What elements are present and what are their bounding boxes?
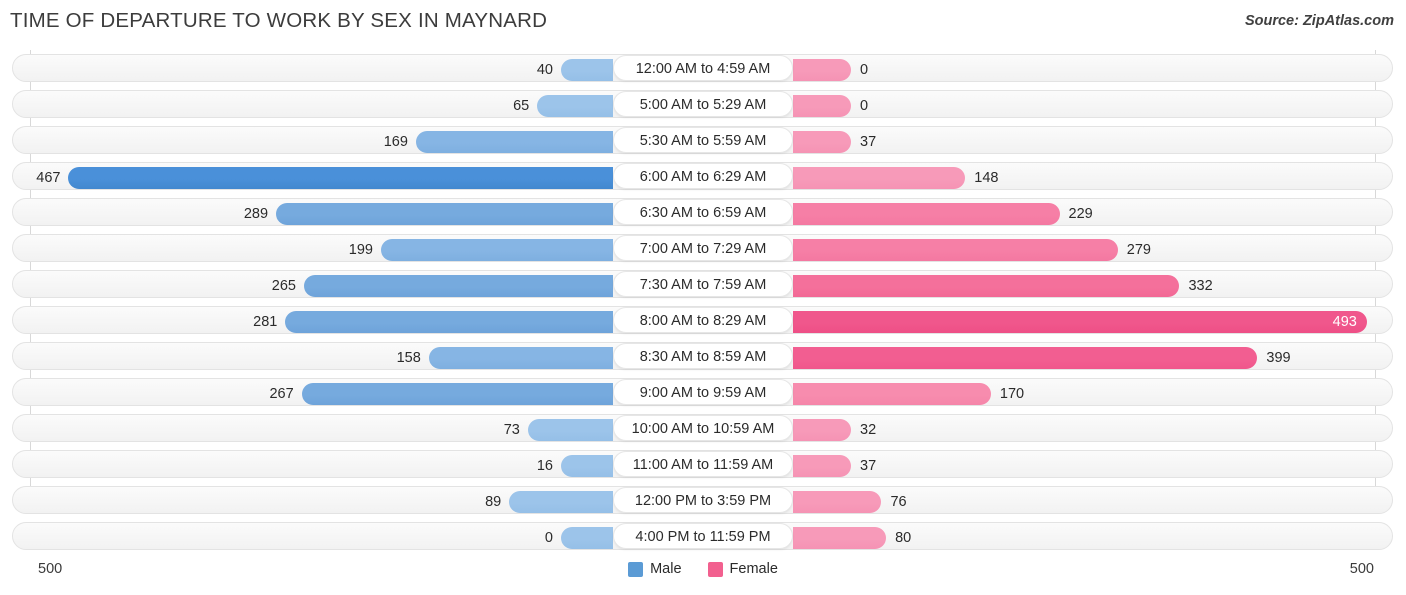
bar-female[interactable] (793, 491, 882, 513)
bar-female[interactable] (793, 167, 966, 189)
bar-male[interactable] (301, 383, 613, 405)
bar-row: 289 229 6:30 AM to 6:59 AM (0, 194, 1406, 230)
bar-value-male: 169 (383, 134, 408, 150)
bar-male[interactable] (380, 239, 613, 261)
bar-male[interactable] (285, 311, 613, 333)
category-label: 7:00 AM to 7:29 AM (613, 235, 793, 261)
category-label: 6:00 AM to 6:29 AM (613, 163, 793, 189)
legend-swatch-male-icon (628, 561, 644, 577)
category-label: 9:00 AM to 9:59 AM (613, 379, 793, 405)
bar-female[interactable] (793, 203, 1060, 225)
chart-header: TIME OF DEPARTURE TO WORK BY SEX IN MAYN… (0, 0, 1406, 44)
bar-value-female: 399 (1266, 350, 1291, 366)
bar-value-male: 267 (269, 386, 294, 402)
bar-row: 265 332 7:30 AM to 7:59 AM (0, 266, 1406, 302)
bar-row: 169 37 5:30 AM to 5:59 AM (0, 122, 1406, 158)
bar-value-male: 199 (348, 242, 373, 258)
bar-female[interactable] (793, 239, 1118, 261)
bar-female[interactable] (793, 347, 1258, 369)
bar-row: 281 493 8:00 AM to 8:29 AM (0, 302, 1406, 338)
bar-row: 199 279 7:00 AM to 7:29 AM (0, 230, 1406, 266)
bar-row: 16 37 11:00 AM to 11:59 AM (0, 446, 1406, 482)
bar-value-female: 170 (999, 386, 1025, 402)
bar-female[interactable] (793, 419, 851, 441)
bar-value-female: 37 (860, 134, 877, 150)
legend: Male Female (0, 561, 1406, 577)
chart-container: TIME OF DEPARTURE TO WORK BY SEX IN MAYN… (0, 0, 1406, 595)
bar-value-male: 281 (253, 314, 278, 330)
bar-value-male: 89 (485, 494, 502, 510)
legend-item-female[interactable]: Female (707, 561, 778, 577)
bar-row: 40 0 12:00 AM to 4:59 AM (0, 50, 1406, 86)
bar-value-female: 76 (890, 494, 907, 510)
bar-male[interactable] (68, 167, 613, 189)
category-label: 6:30 AM to 6:59 AM (613, 199, 793, 225)
chart-footer: 500 500 Male Female (0, 553, 1406, 595)
bar-male[interactable] (428, 347, 613, 369)
bar-female[interactable] (793, 275, 1180, 297)
bar-value-female: 148 (974, 170, 999, 186)
bar-row: 467 148 6:00 AM to 6:29 AM (0, 158, 1406, 194)
bar-male[interactable] (561, 527, 613, 549)
bar-value-female: 332 (1188, 278, 1213, 294)
legend-label-female: Female (729, 561, 778, 577)
bar-female[interactable] (793, 311, 1367, 333)
bar-male[interactable] (276, 203, 613, 225)
bar-female[interactable] (793, 455, 851, 477)
bar-value-female: 229 (1068, 206, 1093, 222)
bar-value-male: 265 (271, 278, 296, 294)
bar-rows: 40 0 12:00 AM to 4:59 AM 65 0 5:00 AM to 5:29… (0, 50, 1406, 554)
bar-row: 73 32 10:00 AM to 10:59 AM (0, 410, 1406, 446)
bar-male[interactable] (527, 419, 613, 441)
bar-row: 267 170 9:00 AM to 9:59 AM (0, 374, 1406, 410)
bar-value-male: 0 (544, 530, 553, 546)
bar-male[interactable] (509, 491, 613, 513)
bar-value-female: 0 (860, 62, 869, 78)
page-title: TIME OF DEPARTURE TO WORK BY SEX IN MAYN… (10, 9, 548, 32)
bar-value-female: 80 (895, 530, 912, 546)
bar-female[interactable] (793, 95, 851, 117)
bar-female[interactable] (793, 131, 851, 153)
category-label: 12:00 AM to 4:59 AM (613, 55, 793, 81)
bar-value-female: 493 (1332, 314, 1357, 330)
plot-area: 40 0 12:00 AM to 4:59 AM 65 0 5:00 AM to 5:29… (0, 50, 1406, 555)
bar-row: 0 80 4:00 PM to 11:59 PM (0, 518, 1406, 554)
legend-swatch-female-icon (707, 561, 723, 577)
category-label: 10:00 AM to 10:59 AM (613, 415, 793, 441)
bar-value-male: 65 (513, 98, 530, 114)
bar-value-male: 467 (36, 170, 61, 186)
bar-female[interactable] (793, 527, 887, 549)
source-attribution: Source: ZipAtlas.com (1244, 13, 1394, 29)
bar-value-male: 40 (536, 62, 553, 78)
bar-male[interactable] (537, 95, 613, 117)
category-label: 12:00 PM to 3:59 PM (613, 487, 793, 513)
bar-value-female: 32 (860, 422, 877, 438)
category-label: 4:00 PM to 11:59 PM (613, 523, 793, 549)
bar-value-male: 16 (536, 458, 553, 474)
category-label: 8:00 AM to 8:29 AM (613, 307, 793, 333)
legend-item-male[interactable]: Male (628, 561, 682, 577)
bar-value-female: 279 (1126, 242, 1151, 258)
legend-label-male: Male (650, 561, 682, 577)
category-label: 5:00 AM to 5:29 AM (613, 91, 793, 117)
bar-male[interactable] (561, 455, 613, 477)
bar-value-male: 158 (396, 350, 421, 366)
category-label: 5:30 AM to 5:59 AM (613, 127, 793, 153)
category-label: 11:00 AM to 11:59 AM (613, 451, 793, 477)
category-label: 8:30 AM to 8:59 AM (613, 343, 793, 369)
bar-male[interactable] (304, 275, 613, 297)
bar-female[interactable] (793, 383, 991, 405)
bar-value-female: 0 (860, 98, 869, 114)
category-label: 7:30 AM to 7:59 AM (613, 271, 793, 297)
bar-value-male: 289 (243, 206, 269, 222)
bar-row: 89 76 12:00 PM to 3:59 PM (0, 482, 1406, 518)
bar-female[interactable] (793, 59, 851, 81)
bar-row: 158 399 8:30 AM to 8:59 AM (0, 338, 1406, 374)
bar-male[interactable] (415, 131, 613, 153)
bar-row: 65 0 5:00 AM to 5:29 AM (0, 86, 1406, 122)
bar-male[interactable] (561, 59, 613, 81)
bar-value-female: 37 (860, 458, 877, 474)
bar-value-male: 73 (503, 422, 520, 438)
